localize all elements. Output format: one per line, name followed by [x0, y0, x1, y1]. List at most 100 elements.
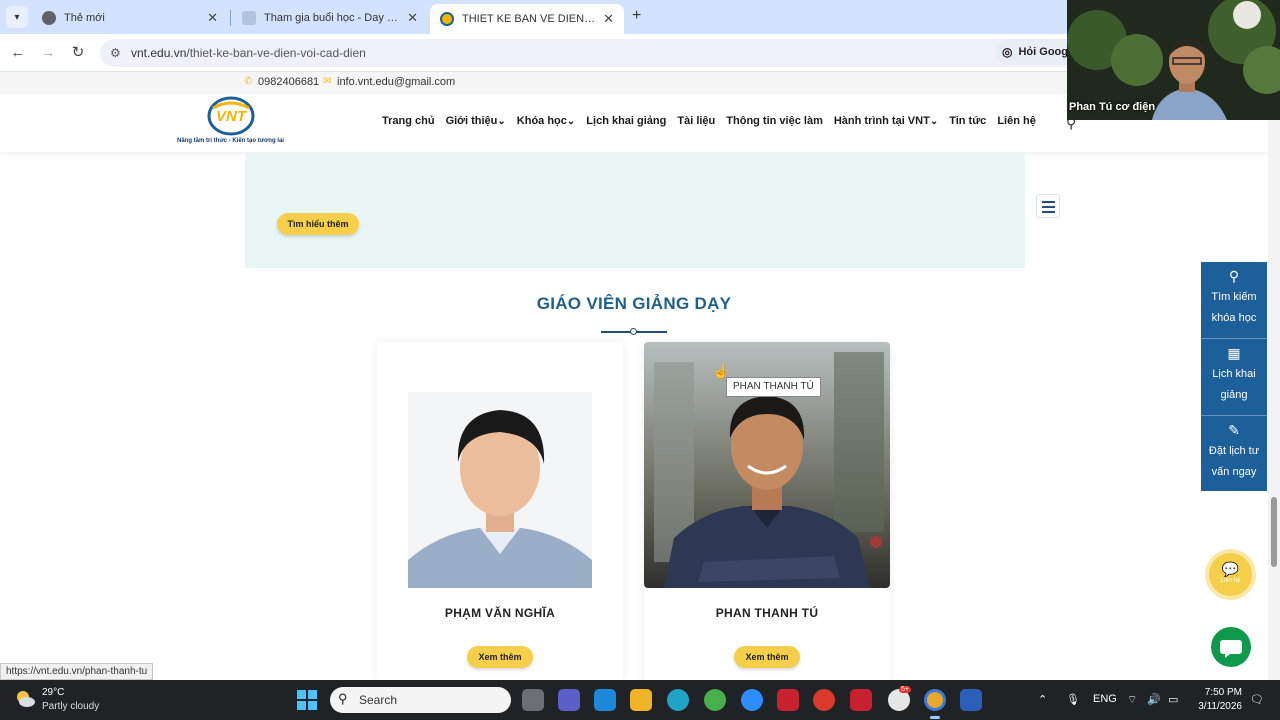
windows-taskbar: 29°C Partly cloudy ⚲ Search 5+ ⌃ 🎙 ENG ⌔…	[0, 680, 1280, 720]
microphone-icon[interactable]: 🎙	[1066, 693, 1080, 706]
side-book-consult[interactable]: ✎ Đặt lịch tư vấn ngay	[1201, 422, 1267, 483]
chrome-icon	[42, 11, 56, 25]
hamburger-icon	[1042, 201, 1055, 203]
language-indicator[interactable]: ENG	[1093, 693, 1117, 705]
webcam-overlay: Phan Tú cơ điện	[1067, 0, 1280, 120]
nav-item-label: Trang chủ	[382, 115, 435, 127]
chrome-taskbar-icon[interactable]	[924, 689, 946, 711]
new-tab-button[interactable]: +	[632, 7, 641, 25]
edit-icon: ✎	[1228, 422, 1240, 438]
hamburger-line	[1042, 211, 1055, 213]
tab-close-icon[interactable]: ✕	[407, 10, 418, 26]
forward-icon[interactable]: →	[38, 43, 58, 63]
logo-tagline: Nâng tầm tri thức - Kiến tạo tương lai	[177, 138, 284, 144]
image-tooltip: PHAN THANH TÚ	[726, 377, 821, 397]
teacher-photo	[408, 392, 592, 588]
promo-section: Tìm hiểu thêm	[245, 152, 1025, 268]
chat-widget-button[interactable]	[1211, 627, 1251, 667]
learn-more-button[interactable]: Tìm hiểu thêm	[277, 213, 359, 235]
chevron-down-icon: ⌄	[497, 116, 506, 127]
side-schedule[interactable]: ▦ Lịch khai giảng	[1201, 345, 1267, 406]
app-green-icon[interactable]	[704, 689, 726, 711]
site-info-icon[interactable]: ⚙	[110, 46, 121, 60]
reload-icon[interactable]: ↻	[68, 43, 88, 63]
teacher-name: PHAN THANH TÚ	[715, 606, 819, 620]
tab-title: Tham gia buổi học - Day Mãi	[264, 12, 400, 24]
nav-item-label: Liên hệ	[997, 115, 1036, 127]
nav-item-label: Lịch khai giảng	[586, 115, 667, 127]
hand-cursor-icon: ☝	[713, 364, 730, 379]
address-url: vnt.edu.vn/thiet-ke-ban-ve-dien-voi-cad-…	[131, 46, 366, 60]
address-bar[interactable]: ⚙ vnt.edu.vn/thiet-ke-ban-ve-dien-voi-ca…	[100, 39, 1080, 67]
windows-icon-pane	[308, 701, 317, 710]
taskbar-search[interactable]: ⚲ Search	[330, 687, 511, 713]
vnt-logo-icon: VNT	[207, 96, 255, 136]
autocad-icon[interactable]	[777, 689, 799, 711]
start-button[interactable]	[297, 690, 317, 710]
teams-icon[interactable]	[558, 689, 580, 711]
chevron-down-icon: ⌄	[929, 116, 939, 127]
main-nav: Trang chủ Giới thiệu⌄ Khóa học⌄ Lịch khai g…	[382, 115, 1047, 127]
file-explorer-icon[interactable]	[630, 689, 652, 711]
menu-toggle[interactable]	[1036, 194, 1060, 218]
zoom-icon[interactable]	[741, 689, 763, 711]
contact-bubble[interactable]: 💬 Liên hệ	[1209, 553, 1252, 596]
browser-tab-new[interactable]: Thẻ mới ✕	[32, 4, 228, 32]
tab-close-icon[interactable]: ✕	[603, 11, 614, 27]
back-icon[interactable]: ←	[8, 43, 28, 63]
nav-item[interactable]: Khóa học⌄	[517, 115, 576, 127]
autocad-2-icon[interactable]	[850, 689, 872, 711]
side-divider	[1201, 338, 1267, 339]
side-search-course[interactable]: ⚲ Tìm kiếm khóa học	[1201, 268, 1267, 329]
word-icon[interactable]	[960, 689, 982, 711]
view-more-button[interactable]: Xem thêm	[467, 646, 533, 668]
notifications-icon[interactable]: 🗨	[1250, 693, 1264, 706]
nav-item-label: Hành trình tại VNT	[833, 115, 930, 127]
clock-date[interactable]: 3/11/2026	[1194, 701, 1242, 712]
chevron-down-icon: ▾	[14, 11, 20, 23]
clock-time[interactable]: 7:50 PM	[1204, 687, 1242, 698]
participant-name: Phan Tú cơ điện	[1069, 101, 1156, 113]
floating-side-panel: ⚲ Tìm kiếm khóa học ▦ Lịch khai giảng ✎ …	[1201, 262, 1267, 491]
phone-contact[interactable]: ✆ 0982406681	[244, 76, 319, 88]
nav-item[interactable]: Tài liệu	[677, 115, 715, 127]
page-scrollbar[interactable]	[1268, 72, 1280, 680]
email-address: info.vnt.edu@gmail.com	[337, 76, 456, 88]
tab-search-button[interactable]: ▾	[6, 6, 28, 28]
volume-icon[interactable]: 🔊	[1147, 693, 1161, 706]
windows-icon-pane	[297, 701, 306, 710]
nav-item[interactable]: Liên hệ	[997, 115, 1036, 127]
nav-item[interactable]: Trang chủ	[382, 115, 435, 127]
nav-item[interactable]: Tin tức	[949, 115, 986, 127]
tray-overflow-icon[interactable]: ⌃	[1038, 693, 1047, 706]
weather-temperature[interactable]: 29°C	[42, 687, 64, 698]
nav-item[interactable]: Hành trình tại VNT⌄	[834, 115, 938, 127]
email-contact[interactable]: ✉ info.vnt.edu@gmail.com	[323, 76, 455, 88]
side-label-line2: giảng	[1220, 389, 1248, 401]
phone-icon: ✆	[244, 76, 253, 87]
mail-icon: ✉	[323, 76, 332, 87]
weather-description[interactable]: Partly cloudy	[42, 701, 99, 712]
edge-icon[interactable]	[667, 689, 689, 711]
scrollbar-thumb[interactable]	[1271, 497, 1277, 567]
task-view-icon[interactable]	[522, 689, 544, 711]
wifi-icon[interactable]: ⌔	[1127, 693, 1137, 707]
browser-tab-classroom[interactable]: Tham gia buổi học - Day Mãi ✕	[232, 4, 428, 32]
mail-app-icon[interactable]	[594, 689, 616, 711]
pdf-app-icon[interactable]	[813, 689, 835, 711]
browser-tab-active[interactable]: THIET KE BAN VE DIEN VOI CAD ✕	[430, 4, 624, 34]
contact-bubble-label: Liên hệ	[1220, 578, 1241, 584]
teacher-card[interactable]: PHẠM VĂN NGHĨA Xem thêm	[377, 342, 623, 680]
calendar-icon: ▦	[1227, 345, 1241, 361]
nav-item[interactable]: Lịch khai giảng	[586, 115, 666, 127]
site-logo[interactable]: VNT Nâng tầm tri thức - Kiến tạo tương l…	[177, 96, 289, 148]
side-divider	[1201, 415, 1267, 416]
notification-badge: 5+	[899, 686, 911, 693]
nav-item[interactable]: Giới thiệu⌄	[446, 115, 506, 127]
lens-icon: ◎	[1002, 45, 1013, 59]
tab-close-icon[interactable]: ✕	[207, 10, 218, 26]
nav-item[interactable]: Thông tin việc làm	[726, 115, 823, 127]
web-page: ✆ 0982406681 ✉ info.vnt.edu@gmail.com VN…	[0, 72, 1280, 680]
battery-icon[interactable]: ▭	[1168, 693, 1178, 706]
view-more-button[interactable]: Xem thêm	[734, 646, 800, 668]
